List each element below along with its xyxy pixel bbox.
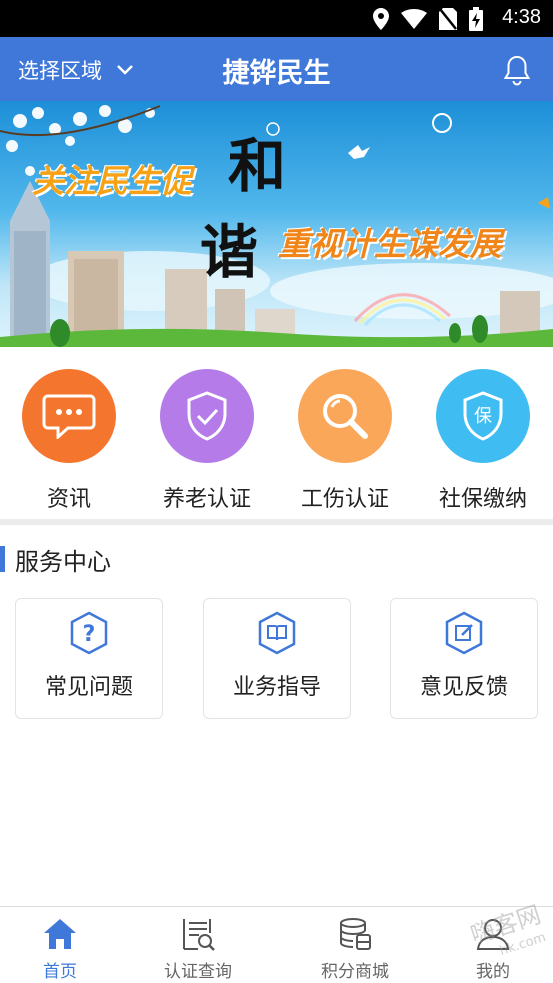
- section-accent-bar: [0, 546, 5, 572]
- service-center-title: 服务中心: [15, 547, 111, 576]
- service-item-faq[interactable]: ? 常见问题: [15, 598, 163, 719]
- battery-icon: [469, 7, 483, 31]
- shield-check-icon: [160, 369, 254, 463]
- quick-item-label: 养老认证: [162, 487, 251, 512]
- svg-text:保: 保: [474, 406, 492, 427]
- quick-item-social-insurance[interactable]: 保 社保缴纳: [423, 369, 543, 513]
- banner-slogan-right: 重视计生谋发展: [278, 225, 503, 263]
- question-hex-icon: ?: [16, 611, 162, 655]
- service-item-label: 意见反馈: [419, 675, 508, 700]
- chat-bubble-icon: [22, 369, 116, 463]
- wifi-icon: [401, 9, 427, 29]
- banner-calligraphy-2: 谐: [200, 218, 259, 286]
- tab-label: 首页: [43, 962, 77, 982]
- svg-text:?: ?: [83, 622, 96, 647]
- quick-item-label: 资讯: [46, 487, 91, 512]
- section-divider: [0, 519, 553, 525]
- edit-hex-icon: [391, 611, 537, 655]
- no-sim-icon: [439, 8, 457, 30]
- page-title: 捷铧民生: [222, 58, 331, 89]
- tab-home[interactable]: 首页: [0, 915, 120, 982]
- banner-calligraphy-1: 和: [228, 132, 287, 200]
- quick-item-pension-auth[interactable]: 养老认证: [147, 369, 267, 513]
- database-icon: [295, 915, 415, 953]
- tab-auth-query[interactable]: 认证查询: [138, 915, 258, 982]
- quick-actions: 资讯 养老认证 工伤认证 保 社保缴纳: [0, 347, 553, 519]
- home-icon: [0, 915, 120, 953]
- service-item-guidance[interactable]: 业务指导: [203, 598, 351, 719]
- tab-points-mall[interactable]: 积分商城: [295, 915, 415, 982]
- service-center-header: 服务中心: [0, 543, 111, 576]
- watermark: 嗨客网 hk.com: [459, 900, 549, 980]
- status-time: 4:38: [502, 6, 541, 28]
- service-item-label: 业务指导: [232, 675, 321, 700]
- app-bar: 选择区域 捷铧民生: [0, 37, 553, 101]
- status-icons: [373, 7, 483, 31]
- location-icon: [373, 8, 389, 30]
- banner-slogan-left: 关注民生促: [32, 162, 193, 200]
- quick-item-news[interactable]: 资讯: [9, 369, 129, 513]
- book-hex-icon: [204, 611, 350, 655]
- service-item-label: 常见问题: [44, 675, 133, 700]
- doc-search-icon: [138, 915, 258, 953]
- magnifier-icon: [298, 369, 392, 463]
- service-item-feedback[interactable]: 意见反馈: [390, 598, 538, 719]
- tab-label: 积分商城: [321, 962, 389, 982]
- status-bar: 4:38: [0, 0, 553, 37]
- quick-item-label: 社保缴纳: [438, 487, 527, 512]
- bao-shield-icon: 保: [436, 369, 530, 463]
- quick-item-injury-auth[interactable]: 工伤认证: [285, 369, 405, 513]
- tab-label: 认证查询: [164, 962, 232, 982]
- banner[interactable]: 关注民生促 和 谐 重视计生谋发展: [0, 101, 553, 347]
- quick-item-label: 工伤认证: [300, 487, 389, 512]
- bell-icon[interactable]: [503, 54, 531, 86]
